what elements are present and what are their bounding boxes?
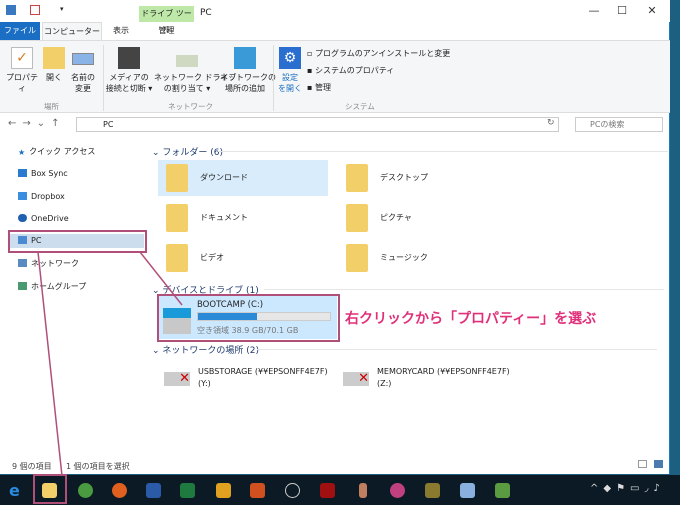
annotation-box-drive [157,294,340,342]
annotation-box-taskbar [33,474,67,504]
annotation-box-pc [8,230,147,253]
annotation-text: 右クリックから「プロパティー」を選ぶ [345,311,597,327]
